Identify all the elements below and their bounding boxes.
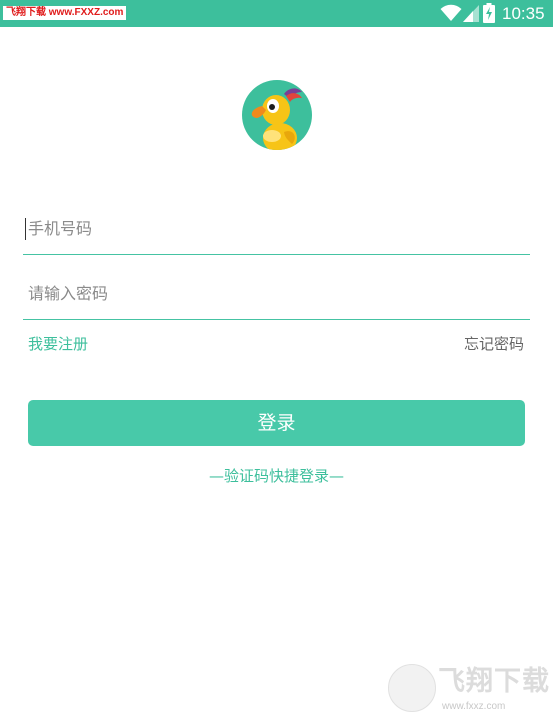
app-logo <box>242 80 312 150</box>
watermark-url: www.fxxz.com <box>442 701 506 712</box>
password-field[interactable]: 请输入密码 <box>23 271 530 320</box>
sms-quick-login-link[interactable]: —验证码快捷登录— <box>0 466 553 486</box>
status-time: 10:35 <box>502 4 545 23</box>
forgot-password-link[interactable]: 忘记密码 <box>464 334 524 354</box>
login-button[interactable]: 登录 <box>28 400 525 446</box>
text-cursor <box>25 218 26 240</box>
watermark-circle-icon <box>388 664 436 712</box>
signal-icon <box>463 5 479 22</box>
phone-placeholder: 手机号码 <box>28 219 93 238</box>
battery-charging-icon <box>483 3 495 23</box>
cartoon-bird-avatar-icon <box>251 88 302 150</box>
watermark-text: 飞翔下载 <box>438 666 550 697</box>
watermark-logo: 飞翔下载 www.fxxz.com <box>388 664 549 719</box>
register-link[interactable]: 我要注册 <box>28 334 88 354</box>
phone-field[interactable]: 手机号码 <box>23 206 530 255</box>
wifi-icon <box>440 4 462 21</box>
watermark-badge: 飞翔下载 www.FXXZ.com <box>3 6 127 20</box>
password-placeholder: 请输入密码 <box>28 284 109 303</box>
status-bar: 飞翔下载 www.FXXZ.com 10:35 <box>0 0 553 27</box>
